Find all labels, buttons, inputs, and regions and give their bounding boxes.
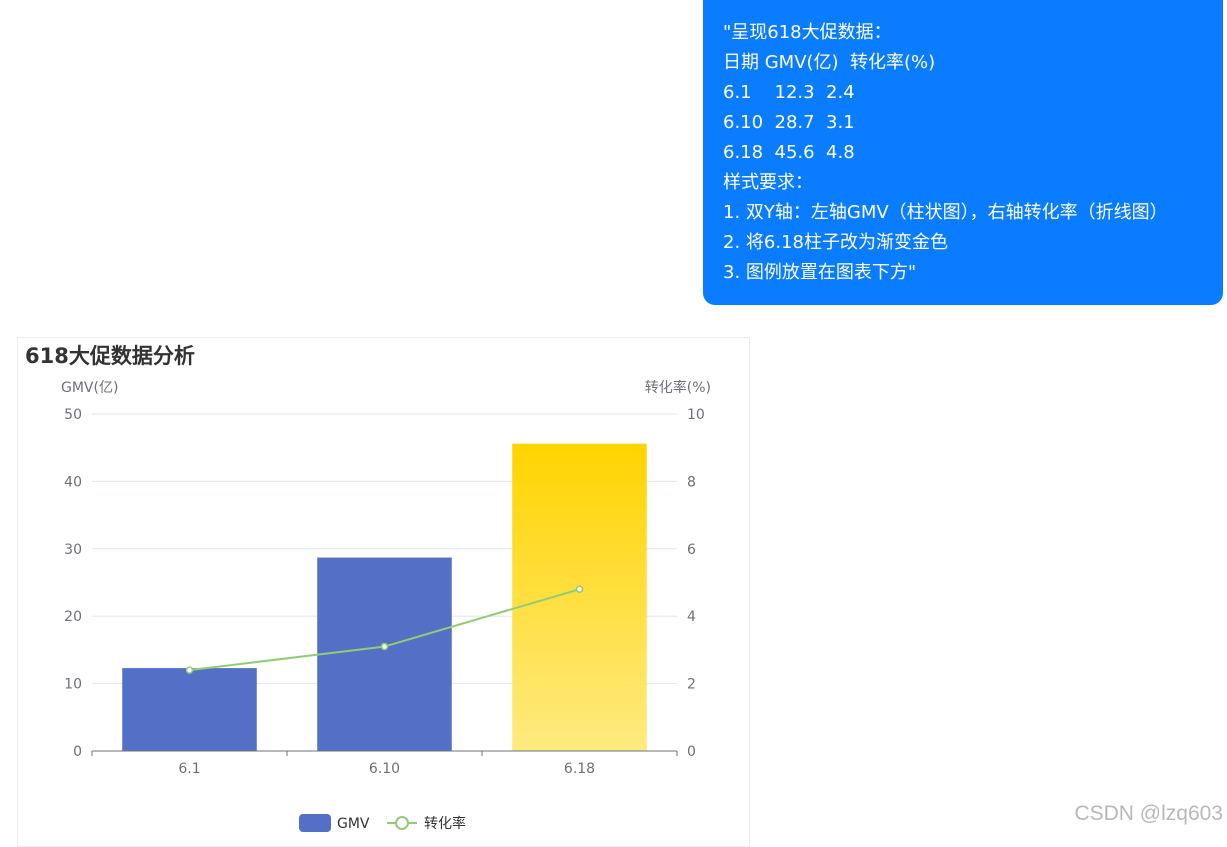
legend-marker-conversion [395,816,409,830]
y-right-tick-label: 2 [687,677,696,693]
x-tick-label: 6.10 [369,761,400,777]
y-right-tick-label: 10 [687,407,705,423]
y-left-tick-label: 50 [64,407,82,423]
bar-gmv [122,668,257,751]
y-left-tick-label: 10 [64,677,82,693]
legend-label-conversion: 转化率 [424,815,466,832]
watermark: CSDN @lzq603 [1074,802,1223,825]
y-left-tick-label: 0 [73,744,82,760]
y-right-axis-label: 转化率(%) [645,379,711,396]
y-right-tick-label: 8 [687,474,696,490]
x-tick-label: 6.18 [564,761,595,777]
point-conversion-rate [185,666,194,674]
point-conversion-rate [575,585,584,593]
legend-label-gmv: GMV [337,816,370,832]
y-left-tick-label: 40 [64,474,82,490]
y-left-axis-label: GMV(亿) [61,380,118,396]
y-right-tick-label: 4 [687,609,696,625]
legend-swatch-gmv [299,814,331,832]
y-right-tick-label: 0 [687,744,696,760]
y-left-tick-label: 20 [64,609,82,625]
bar-gmv [317,557,452,751]
chart-canvas: 0 10 20 30 40 50 0 2 4 6 8 10 GMV(亿) 转化率(%) 6.1 6.10 6.1… [61,379,711,832]
y-left-tick-label: 30 [64,542,82,558]
x-tick-label: 6.1 [178,761,200,777]
bar-gmv [512,443,647,751]
chart-card: 618大促数据分析 0 10 20 30 40 50 0 2 4 6 8 10 GMV(亿) 转化率(%)… [17,337,750,847]
point-conversion-rate [380,642,389,651]
y-right-tick-label: 6 [687,542,696,558]
